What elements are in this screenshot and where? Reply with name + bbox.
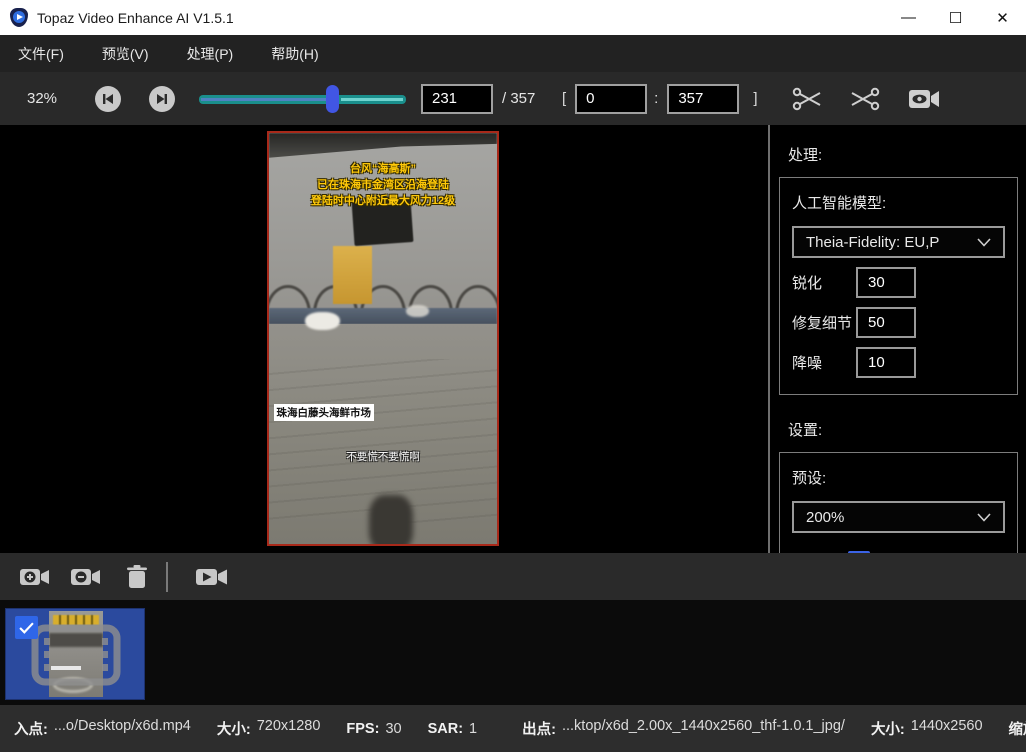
ai-model-value: Theia-Fidelity: EU,P xyxy=(806,234,939,251)
ai-model-label: 人工智能模型: xyxy=(792,192,1005,213)
settings-section-title: 设置: xyxy=(788,419,1018,440)
menu-preview[interactable]: 预览(V) xyxy=(98,41,153,67)
menu-help[interactable]: 帮助(H) xyxy=(267,41,322,67)
film-clip-icon xyxy=(31,624,121,686)
restore-detail-label: 修复细节 xyxy=(792,312,856,333)
ai-model-dropdown[interactable]: Theia-Fidelity: EU,P xyxy=(792,226,1005,258)
sharpen-label: 锐化 xyxy=(792,272,856,293)
video-location-label: 珠海白藤头海鲜市场 xyxy=(274,404,375,421)
video-submerged-car-2 xyxy=(406,305,429,317)
process-video-button[interactable] xyxy=(195,565,229,589)
range-colon: : xyxy=(654,90,658,107)
remove-video-icon xyxy=(70,565,102,589)
status-fps: FPS:30 xyxy=(346,721,401,737)
main-area: 台风“海高斯” 已在珠海市金湾区沿海登陆 登陆时中心附近最大风力12级 珠海白藤… xyxy=(0,125,1026,553)
clip-list xyxy=(0,600,1026,705)
preview-area: 台风“海高斯” 已在珠海市金湾区沿海登陆 登陆时中心附近最大风力12级 珠海白藤… xyxy=(0,125,768,553)
preset-value: 200% xyxy=(806,509,844,526)
zoom-level: 32% xyxy=(27,90,67,107)
denoise-input[interactable] xyxy=(856,347,916,378)
video-yellow-sign xyxy=(333,246,372,304)
preset-label: 预设: xyxy=(792,467,1005,488)
skip-start-icon xyxy=(102,93,114,105)
trim-end-button[interactable] xyxy=(850,86,880,112)
scissors-right-icon xyxy=(850,86,880,112)
restore-detail-input[interactable] xyxy=(856,307,916,338)
ai-model-group: 人工智能模型: Theia-Fidelity: EU,P 锐化 修复细节 降噪 xyxy=(779,177,1018,395)
title-bar: Topaz Video Enhance AI V1.5.1 — ☐ ✕ xyxy=(0,0,1026,35)
video-bridge-girder xyxy=(269,308,497,324)
process-video-icon xyxy=(195,565,229,589)
window-controls: — ☐ ✕ xyxy=(885,0,1026,35)
slider-fill-left xyxy=(201,98,329,101)
timeline-slider[interactable] xyxy=(199,85,406,113)
window-title: Topaz Video Enhance AI V1.5.1 xyxy=(37,10,234,26)
menu-file[interactable]: 文件(F) xyxy=(14,41,68,67)
app-window: Topaz Video Enhance AI V1.5.1 — ☐ ✕ 文件(F… xyxy=(0,0,1026,752)
trim-start-button[interactable] xyxy=(792,86,822,112)
video-frame[interactable]: 台风“海高斯” 已在珠海市金湾区沿海登陆 登陆时中心附近最大风力12级 珠海白藤… xyxy=(267,131,499,546)
add-video-icon xyxy=(19,565,51,589)
menu-process[interactable]: 处理(P) xyxy=(183,41,238,67)
status-sar: SAR:1 xyxy=(428,721,478,737)
minimize-button[interactable]: — xyxy=(885,0,932,35)
clip-toolbar xyxy=(0,553,1026,600)
video-headline-caption: 台风“海高斯” 已在珠海市金湾区沿海登陆 登陆时中心附近最大风力12级 xyxy=(269,161,497,209)
close-button[interactable]: ✕ xyxy=(979,0,1026,35)
slider-fill-right xyxy=(341,98,403,101)
toolbar-divider xyxy=(166,562,168,592)
chevron-down-icon xyxy=(977,234,991,251)
range-start-input[interactable] xyxy=(575,84,647,114)
skip-end-button[interactable] xyxy=(149,86,175,112)
range-bracket-close: ] xyxy=(753,90,757,107)
status-in-point: 入点:...o/Desktop/x6d.mp4 xyxy=(14,718,191,739)
chevron-down-icon xyxy=(977,509,991,526)
status-output-size: 大小:1440x2560 xyxy=(871,718,983,739)
toolbar: 32% / 357 [ : ] xyxy=(0,72,1026,125)
video-subtitle: 不要慌不要慌啊 xyxy=(269,449,497,464)
remove-video-button[interactable] xyxy=(70,565,102,589)
clip-thumbnail-selected[interactable] xyxy=(5,608,145,700)
preview-button[interactable] xyxy=(908,87,940,111)
video-debris xyxy=(369,495,412,546)
sharpen-input[interactable] xyxy=(856,267,916,298)
preset-group: 预设: 200% 裁剪以填充帧 xyxy=(779,452,1018,553)
total-frames-label: / 357 xyxy=(502,90,548,107)
range-end-input[interactable] xyxy=(667,84,739,114)
trash-icon xyxy=(125,564,149,590)
status-out-point: 出点:...ktop/x6d_2.00x_1440x2560_thf-1.0.1… xyxy=(522,718,845,739)
settings-panel: 处理: 人工智能模型: Theia-Fidelity: EU,P 锐化 修复细节 xyxy=(770,125,1026,553)
current-frame-input[interactable] xyxy=(421,84,493,114)
clip-select-checkbox[interactable] xyxy=(15,616,38,639)
menu-bar: 文件(F) 预览(V) 处理(P) 帮助(H) xyxy=(0,35,1026,72)
delete-clip-button[interactable] xyxy=(125,564,149,590)
status-input-size: 大小:720x1280 xyxy=(217,718,321,739)
scissors-left-icon xyxy=(792,86,822,112)
preset-dropdown[interactable]: 200% xyxy=(792,501,1005,533)
preview-camera-eye-icon xyxy=(908,87,940,111)
skip-end-icon xyxy=(156,93,168,105)
processing-section-title: 处理: xyxy=(788,144,1018,165)
range-bracket-open: [ xyxy=(562,90,566,107)
add-video-button[interactable] xyxy=(19,565,51,589)
status-scale: 缩放:200% xyxy=(1009,718,1026,739)
app-logo-icon xyxy=(10,8,28,27)
skip-start-button[interactable] xyxy=(95,86,121,112)
maximize-button[interactable]: ☐ xyxy=(932,0,979,35)
status-bar: 入点:...o/Desktop/x6d.mp4 大小:720x1280 FPS:… xyxy=(0,705,1026,752)
denoise-label: 降噪 xyxy=(792,352,856,373)
check-icon xyxy=(19,622,34,634)
slider-handle[interactable] xyxy=(326,85,339,113)
video-submerged-car xyxy=(305,312,339,330)
